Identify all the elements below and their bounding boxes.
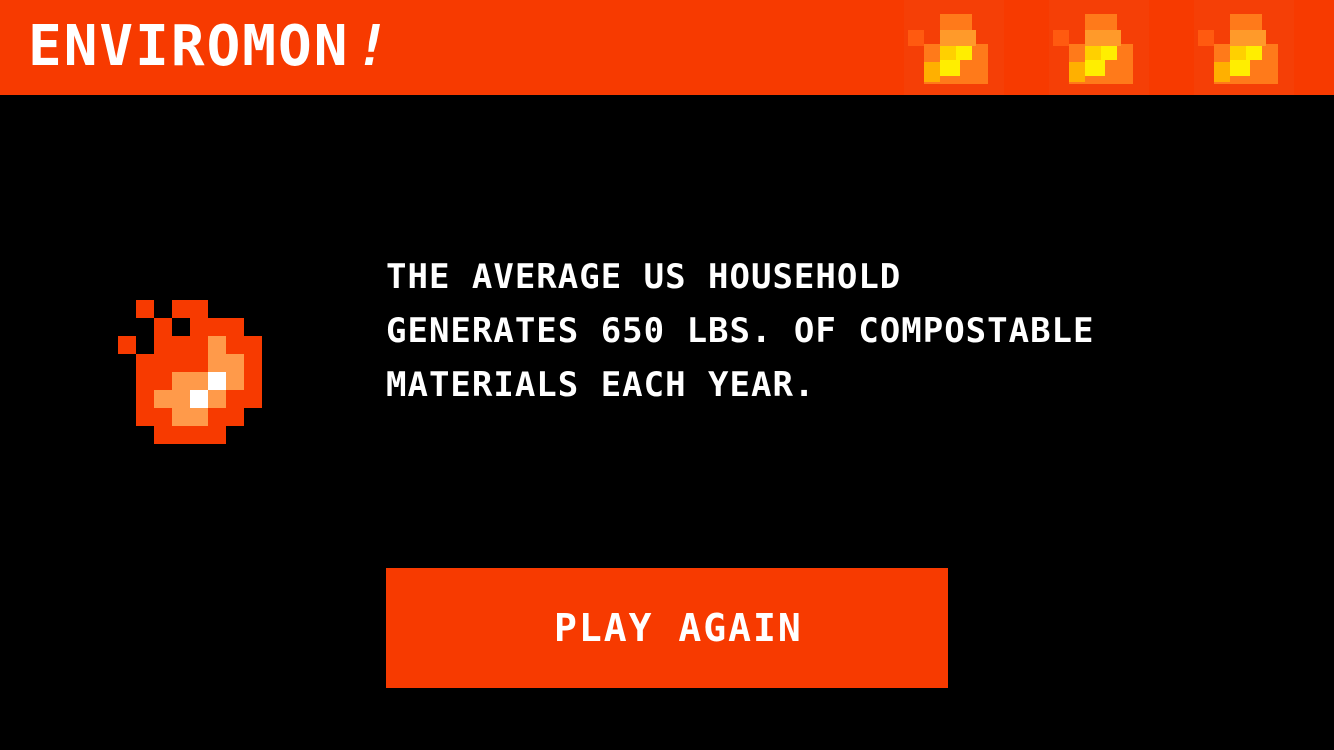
app-title-text: ENVIROMON	[28, 14, 350, 79]
header-flame-1-icon	[904, 0, 1004, 95]
app-title-suffix: !	[355, 14, 392, 79]
fact-text: THE AVERAGE US HOUSEHOLD GENERATES 650 L…	[386, 257, 1095, 405]
header-bar: ENVIROMON!	[0, 0, 1334, 95]
header-flame-2-icon	[1049, 0, 1149, 95]
play-again-button[interactable]: PLAY AGAIN	[386, 568, 948, 688]
play-again-label: PLAY AGAIN	[554, 606, 803, 650]
fire-icon	[118, 300, 262, 444]
header-fire-decoration-icon	[904, 0, 1294, 95]
app-title: ENVIROMON!	[28, 12, 391, 82]
header-flame-3-icon	[1194, 0, 1294, 95]
